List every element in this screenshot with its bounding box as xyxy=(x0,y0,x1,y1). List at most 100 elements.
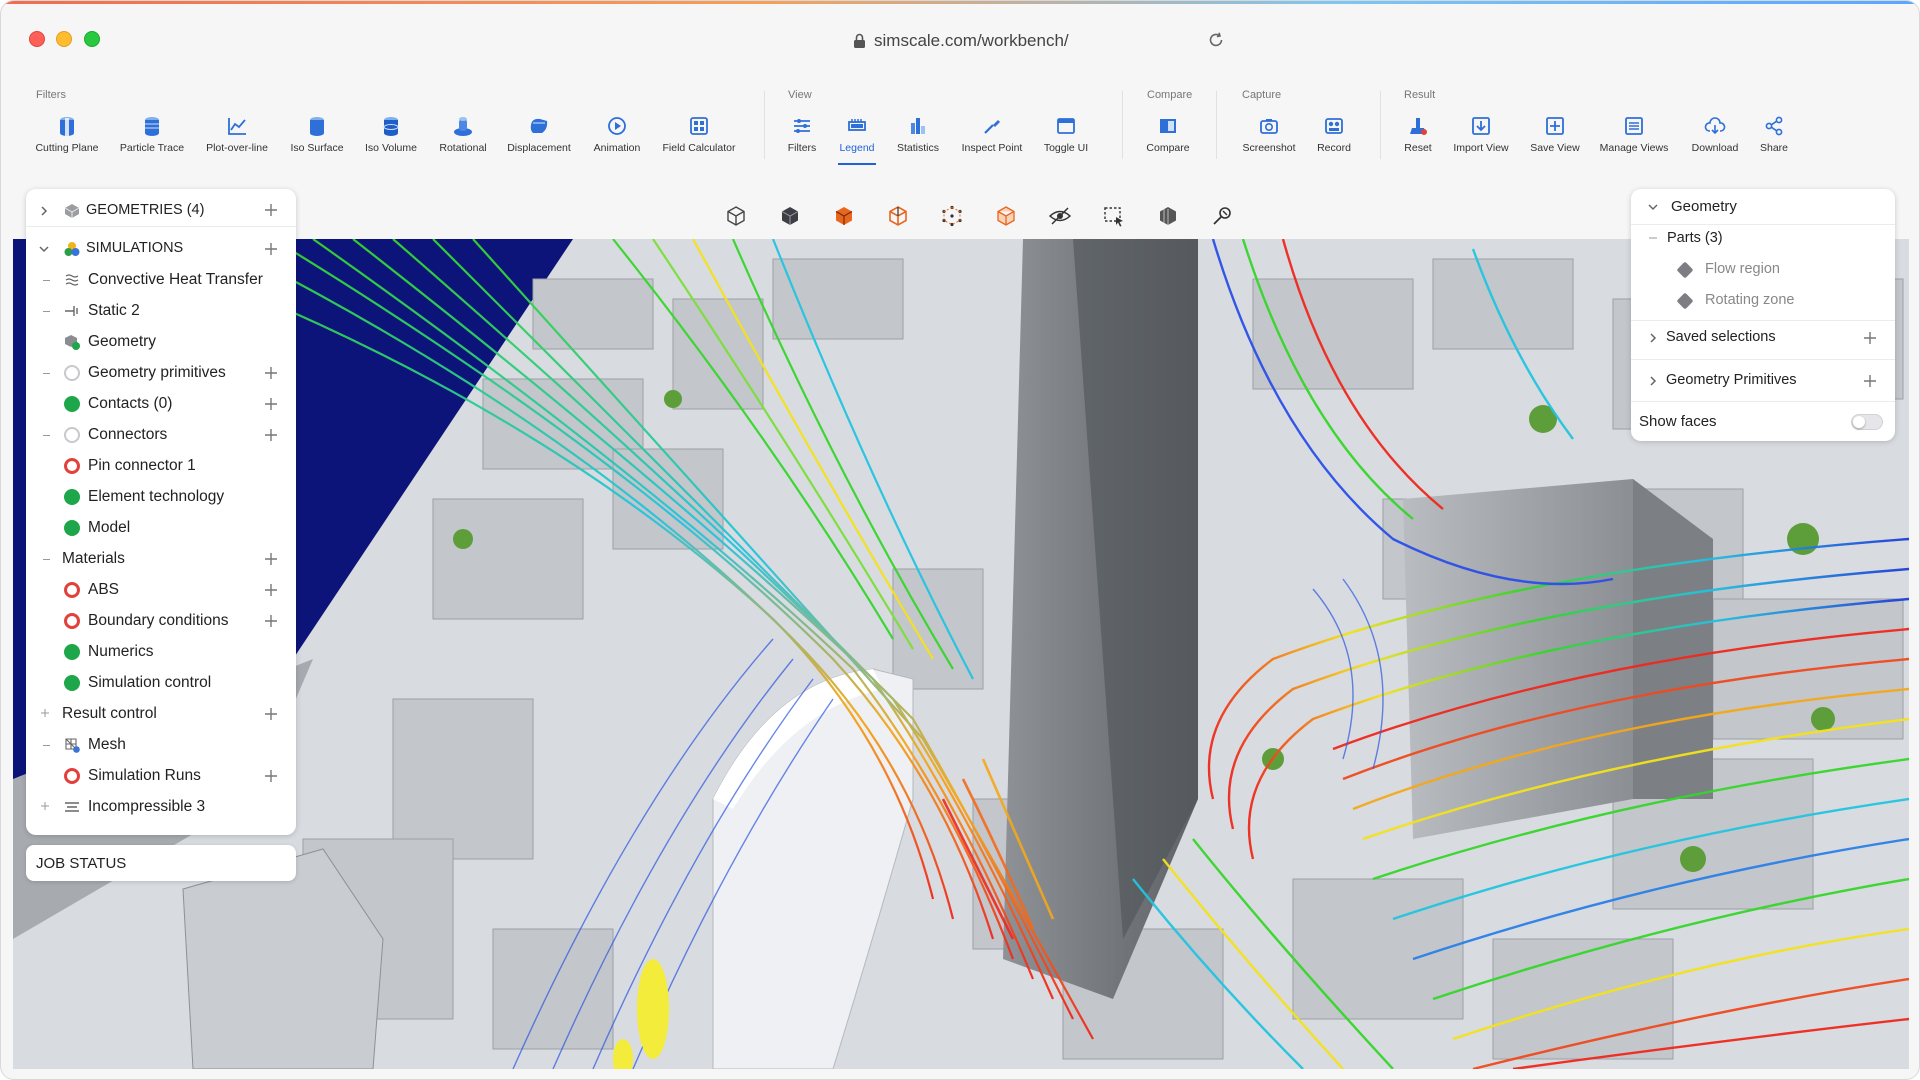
import-view-icon xyxy=(1472,117,1490,135)
add-icon[interactable] xyxy=(264,242,278,256)
share-icon xyxy=(1765,116,1783,136)
view-iso-button[interactable] xyxy=(716,198,756,234)
hide-toggle-button[interactable] xyxy=(1040,198,1080,234)
box-select-button[interactable] xyxy=(1094,198,1134,234)
tool-cutting-plane[interactable]: Cutting Plane xyxy=(24,115,110,154)
add-icon[interactable] xyxy=(264,707,278,721)
tree-item-model[interactable]: Model xyxy=(26,513,296,543)
lock-icon xyxy=(854,33,865,48)
status-error-icon xyxy=(64,768,80,784)
tool-particle-trace[interactable]: Particle Trace xyxy=(109,115,195,154)
add-icon[interactable] xyxy=(1863,374,1877,388)
tree-item-abs[interactable]: ABS xyxy=(26,575,296,605)
3d-viewport[interactable] xyxy=(13,239,1909,1069)
tree-item-boundary-conditions[interactable]: Boundary conditions xyxy=(26,606,296,636)
simulation-render[interactable] xyxy=(13,239,1909,1069)
window-maximize-button[interactable] xyxy=(84,31,100,47)
tool-displacement[interactable]: Displacement xyxy=(496,115,582,154)
eye-off-icon xyxy=(1048,207,1072,225)
job-status-panel[interactable]: JOB STATUS xyxy=(26,845,296,881)
tool-toggle-ui[interactable]: Toggle UI xyxy=(1023,115,1109,154)
view-solid-button[interactable] xyxy=(770,198,810,234)
tree-item-geometry[interactable]: Geometry xyxy=(26,327,296,357)
tool-record[interactable]: Record xyxy=(1291,115,1377,154)
add-icon[interactable] xyxy=(264,769,278,783)
view-wireframe-button[interactable] xyxy=(878,198,918,234)
tool-animation[interactable]: Animation xyxy=(574,115,660,154)
window-close-button[interactable] xyxy=(29,31,45,47)
field-calculator-icon xyxy=(690,117,708,135)
probe-tool-button[interactable] xyxy=(1202,198,1242,234)
view-points-button[interactable] xyxy=(932,198,972,234)
geometry-panel-header[interactable]: Geometry xyxy=(1631,192,1895,222)
tree-item-mesh[interactable]: Mesh xyxy=(26,730,296,760)
chevron-down-icon xyxy=(39,246,49,253)
app-window: simscale.com/workbench/ Filters View Com… xyxy=(0,0,1920,1080)
iso-surface-icon xyxy=(310,117,324,136)
tree-item-connectors[interactable]: Connectors xyxy=(26,420,296,450)
particle-trace-icon xyxy=(145,117,159,136)
cube-solid-icon xyxy=(781,207,799,225)
part-item-flow-region[interactable]: Flow region xyxy=(1631,255,1895,285)
tree-item-contacts[interactable]: Contacts (0) xyxy=(26,389,296,419)
job-status-label: JOB STATUS xyxy=(36,855,127,872)
reset-icon xyxy=(1410,118,1427,135)
tree-item-numerics[interactable]: Numerics xyxy=(26,637,296,667)
simulations-icon xyxy=(64,242,80,256)
add-icon[interactable] xyxy=(264,552,278,566)
reload-icon[interactable] xyxy=(1207,31,1225,49)
cube-orange-icon xyxy=(835,207,853,225)
status-idle-icon xyxy=(64,365,80,381)
add-icon[interactable] xyxy=(264,583,278,597)
tree-item-incompressible-3[interactable]: Incompressible 3 xyxy=(26,792,296,822)
tree-item-static-2[interactable]: Static 2 xyxy=(26,296,296,326)
tool-manage-views[interactable]: Manage Views xyxy=(1591,115,1677,154)
add-icon[interactable] xyxy=(264,614,278,628)
saved-selections-row[interactable]: Saved selections xyxy=(1631,323,1895,353)
address-bar[interactable]: simscale.com/workbench/ xyxy=(853,28,1069,54)
add-icon[interactable] xyxy=(264,428,278,442)
tree-section-geometries[interactable]: GEOMETRIES (4) xyxy=(26,195,296,227)
tool-share[interactable]: Share xyxy=(1731,115,1817,154)
tree-item-simulation-control[interactable]: Simulation control xyxy=(26,668,296,698)
ribbon-toolbar: Filters View Compare Capture Result Cutt… xyxy=(1,83,1919,165)
toggle-ui-icon xyxy=(1057,118,1075,134)
address-url: simscale.com/workbench/ xyxy=(874,31,1069,50)
show-faces-toggle[interactable] xyxy=(1851,414,1883,430)
tree-section-simulations[interactable]: SIMULATIONS xyxy=(26,234,296,264)
view-transparent-button[interactable] xyxy=(986,198,1026,234)
tool-field-calculator[interactable]: Field Calculator xyxy=(656,115,742,154)
tree-item-pin-connector-1[interactable]: Pin connector 1 xyxy=(26,451,296,481)
add-icon[interactable] xyxy=(1863,331,1877,345)
tool-compare[interactable]: Compare xyxy=(1125,115,1211,154)
show-faces-row: Show faces xyxy=(1631,407,1895,437)
tool-plot-over-line[interactable]: Plot-over-line xyxy=(194,115,280,154)
view-surface-mesh-button[interactable] xyxy=(824,198,864,234)
hide-selection-button[interactable] xyxy=(1148,198,1188,234)
collapse-minus-icon xyxy=(1649,237,1657,239)
tree-item-result-control[interactable]: Result control xyxy=(26,699,296,729)
heat-transfer-icon xyxy=(65,274,79,286)
add-icon[interactable] xyxy=(264,397,278,411)
window-minimize-button[interactable] xyxy=(56,31,72,47)
tree-item-geometry-primitives[interactable]: Geometry primitives xyxy=(26,358,296,388)
part-item-rotating-zone[interactable]: Rotating zone xyxy=(1631,286,1895,316)
tree-item-element-technology[interactable]: Element technology xyxy=(26,482,296,512)
tree-item-convective-heat-transfer[interactable]: Convective Heat Transfer xyxy=(26,265,296,295)
status-ok-icon xyxy=(64,396,80,412)
tool-rotational[interactable]: Rotational xyxy=(420,115,506,154)
expand-plus-icon xyxy=(41,709,49,717)
save-view-icon xyxy=(1546,117,1564,135)
parts-row[interactable]: Parts (3) xyxy=(1631,224,1895,254)
group-label-compare: Compare xyxy=(1147,89,1193,101)
add-icon[interactable] xyxy=(264,203,278,217)
add-icon[interactable] xyxy=(264,366,278,380)
part-icon xyxy=(1676,261,1694,279)
geometry-primitives-row[interactable]: Geometry Primitives xyxy=(1631,366,1895,396)
tree-item-simulation-runs[interactable]: Simulation Runs xyxy=(26,761,296,791)
cube-outline-icon xyxy=(727,206,745,226)
chevron-down-icon xyxy=(1648,204,1658,211)
status-ok-icon xyxy=(64,489,80,505)
tree-item-materials[interactable]: Materials xyxy=(26,544,296,574)
tool-save-view[interactable]: Save View xyxy=(1512,115,1598,154)
